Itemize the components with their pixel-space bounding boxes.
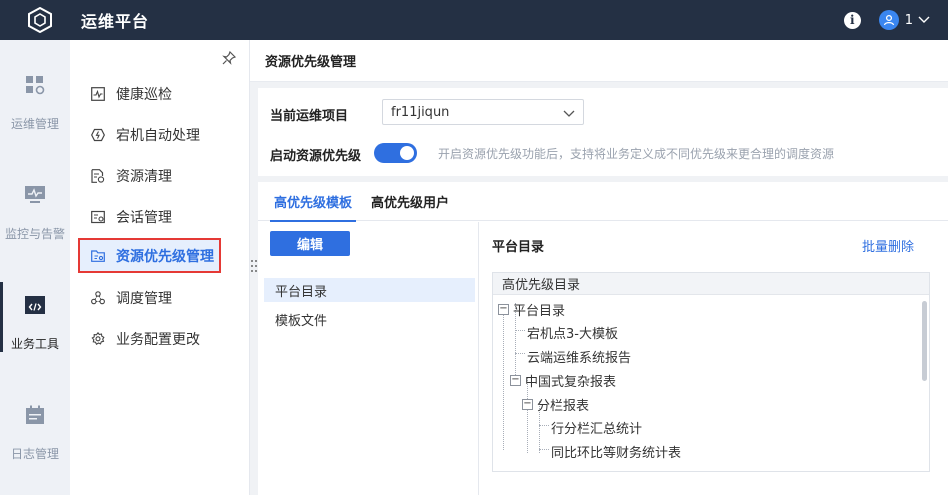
chevron-down-icon	[563, 107, 575, 122]
page-title: 资源优先级管理	[250, 40, 948, 82]
priority-panel: 高优先级模板 高优先级用户 编辑 平台目录 模板文件 平台目录 批量删除 高优先…	[258, 182, 948, 495]
menu-item-label: 会话管理	[116, 209, 172, 226]
settings-form: 当前运维项目 fr11jiqun 启动资源优先级 开启资源优先级功能后，支持将业…	[258, 88, 948, 176]
toggle-knob	[400, 146, 414, 160]
tree-node[interactable]: 云端运维系统报告	[527, 346, 631, 366]
collapse-icon[interactable]: −	[522, 398, 533, 410]
tree-connector	[503, 305, 504, 450]
chevron-down-icon[interactable]	[918, 13, 930, 28]
priority-label: 启动资源优先级	[270, 149, 362, 164]
dir-item-template-files[interactable]: 模板文件	[264, 307, 475, 331]
session-icon	[90, 209, 106, 225]
collapse-icon[interactable]: −	[498, 303, 509, 315]
app-title: 运维平台	[81, 12, 150, 31]
tree-node-column-report[interactable]: − 分栏报表	[522, 394, 589, 414]
rail-item-ops[interactable]: 运维管理	[0, 40, 70, 150]
tree-connector	[539, 449, 549, 450]
tab-high-priority-template[interactable]: 高优先级模板	[270, 182, 356, 222]
menu-item-auto-handle[interactable]: 宕机自动处理	[78, 117, 250, 152]
rail-label: 业务工具	[10, 337, 59, 351]
menu-item-label: 资源优先级管理	[116, 248, 214, 265]
submenu: 健康巡检 宕机自动处理 资源清理 会话管理 资源优先级管理 调度管理 业务配置更…	[70, 40, 250, 495]
monitor-icon	[23, 183, 47, 207]
tree-connector	[539, 425, 549, 426]
config-gear-icon	[90, 331, 106, 347]
rail-label: 监控与告警	[4, 227, 65, 241]
app-logo-icon[interactable]	[27, 7, 53, 33]
tree-scrollbar[interactable]	[922, 301, 927, 381]
code-window-icon	[23, 293, 47, 317]
menu-item-resource-priority[interactable]: 资源优先级管理	[78, 238, 221, 273]
clean-doc-icon	[90, 168, 106, 184]
health-chart-icon	[90, 86, 106, 102]
tree-node-label: 中国式复杂报表	[525, 374, 617, 390]
dir-item-platform[interactable]: 平台目录	[264, 278, 475, 302]
tree-node-label: 平台目录	[513, 303, 566, 319]
tree-node[interactable]: 同比环比等财务统计表	[551, 441, 681, 461]
menu-item-label: 调度管理	[116, 290, 172, 307]
rail-label: 日志管理	[10, 447, 59, 461]
project-select-value: fr11jiqun	[391, 104, 450, 120]
priority-toggle[interactable]	[374, 143, 417, 163]
rail-item-monitor[interactable]: 监控与告警	[0, 150, 70, 260]
module-rail: 运维管理 监控与告警 业务工具 日志管理	[0, 40, 70, 495]
priority-tree: 高优先级目录 − 平台目录 宕机点3-大模板 云端运维系统报告 − 中国式复杂报…	[492, 272, 930, 472]
project-select[interactable]: fr11jiqun	[382, 99, 584, 125]
project-label: 当前运维项目	[270, 109, 349, 124]
edit-button[interactable]: 编辑	[270, 231, 350, 256]
menu-item-config-change[interactable]: 业务配置更改	[78, 321, 250, 356]
menu-item-label: 业务配置更改	[116, 331, 200, 348]
schedule-nodes-icon	[90, 290, 106, 306]
rail-label: 运维管理	[10, 117, 59, 131]
tree-pane: 平台目录 批量删除 高优先级目录 − 平台目录 宕机点3-大模板 云端运维系统报…	[480, 222, 948, 495]
rail-item-tools[interactable]: 业务工具	[0, 260, 70, 370]
menu-item-health-check[interactable]: 健康巡检	[78, 76, 250, 111]
tree-connector	[515, 353, 525, 354]
menu-item-label: 资源清理	[116, 168, 172, 185]
tree-node[interactable]: 行分栏汇总统计	[551, 417, 642, 437]
tree-connector	[515, 330, 525, 331]
tree-header: 高优先级目录	[493, 273, 929, 295]
grid-apps-icon	[23, 73, 47, 97]
info-icon[interactable]: i	[843, 11, 861, 29]
pin-icon[interactable]	[221, 50, 237, 66]
tree-node[interactable]: 宕机点3-大模板	[527, 322, 618, 342]
tab-bar: 高优先级模板 高优先级用户	[258, 182, 948, 222]
top-bar: 运维平台 i 1	[0, 0, 948, 40]
tree-node-platform[interactable]: − 平台目录	[498, 299, 565, 319]
tree-node-label: 分栏报表	[537, 398, 590, 414]
auto-handle-icon	[90, 127, 106, 143]
resize-handle-icon[interactable]	[250, 258, 258, 274]
calendar-log-icon	[23, 403, 47, 427]
tab-high-priority-user[interactable]: 高优先级用户	[371, 182, 449, 221]
menu-item-label: 宕机自动处理	[116, 127, 200, 144]
bulk-delete-link[interactable]: 批量删除	[862, 236, 914, 255]
directory-pane: 编辑 平台目录 模板文件	[258, 222, 479, 495]
priority-hint: 开启资源优先级功能后，支持将业务定义成不同优先级来更合理的调度资源	[438, 147, 835, 161]
user-avatar-icon[interactable]	[878, 10, 899, 30]
tree-pane-title: 平台目录	[492, 240, 545, 255]
menu-item-resource-clean[interactable]: 资源清理	[78, 158, 250, 193]
priority-folder-icon	[90, 248, 106, 264]
menu-item-schedule[interactable]: 调度管理	[78, 280, 250, 315]
rail-item-logs[interactable]: 日志管理	[0, 370, 70, 480]
menu-item-session[interactable]: 会话管理	[78, 199, 250, 234]
tree-node-china-report[interactable]: − 中国式复杂报表	[510, 370, 616, 390]
menu-item-label: 健康巡检	[116, 86, 172, 103]
user-name[interactable]: 1	[905, 13, 913, 28]
collapse-icon[interactable]: −	[510, 374, 521, 386]
